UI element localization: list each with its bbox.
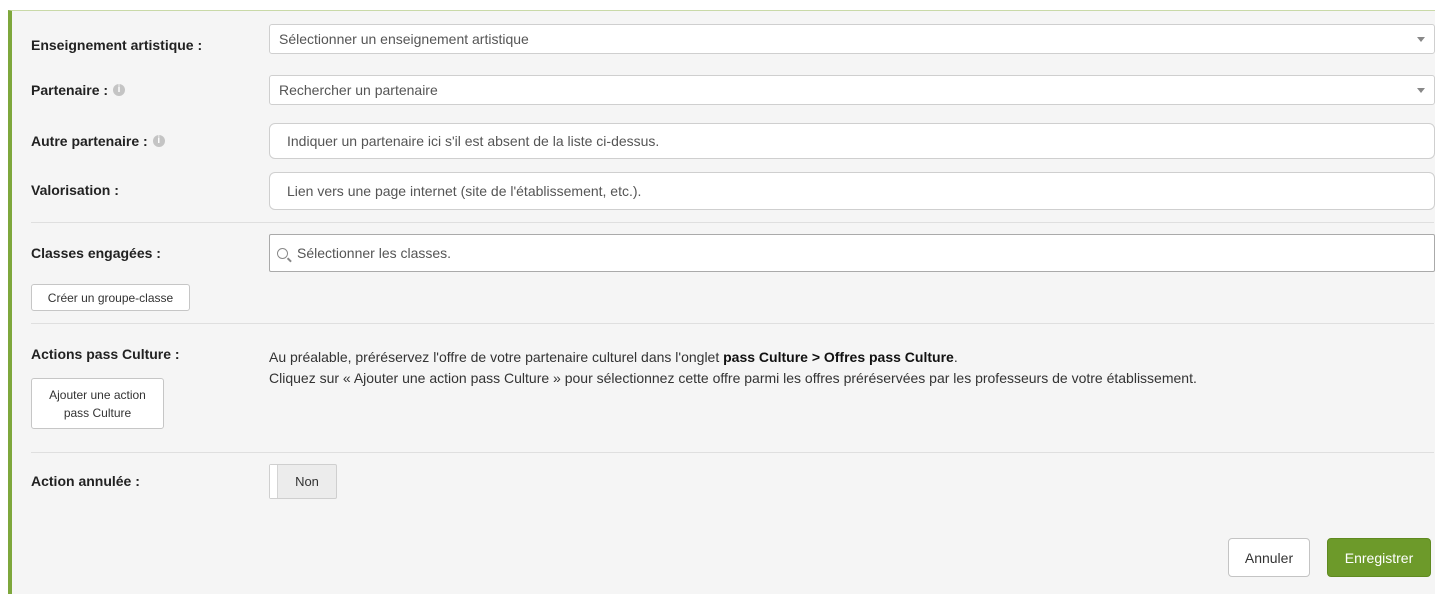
autre-partenaire-input[interactable]: Indiquer un partenaire ici s'il est abse… [269, 123, 1435, 159]
chevron-down-icon [1417, 37, 1425, 42]
info-line1-prefix: Au préalable, préréservez l'offre de vot… [269, 349, 724, 365]
info-circle-icon[interactable]: i [152, 135, 165, 147]
partenaire-select[interactable]: Rechercher un partenaire [269, 75, 1435, 105]
cropped-top-text [0, 0, 1435, 10]
section-divider [31, 222, 1434, 223]
enseignement-select-value: Sélectionner un enseignement artistique [279, 31, 529, 47]
toggle-knob[interactable] [270, 465, 278, 498]
create-group-class-button[interactable]: Créer un groupe-classe [31, 284, 190, 311]
enseignement-label: Enseignement artistique : [31, 30, 202, 60]
action-annulee-toggle[interactable]: Non [269, 464, 337, 499]
cancel-button[interactable]: Annuler [1228, 538, 1310, 577]
info-line1-bold: pass Culture > Offres pass Culture [723, 349, 954, 365]
add-pass-culture-action-button[interactable]: Ajouter une action pass Culture [31, 378, 164, 429]
search-icon [277, 247, 288, 259]
pass-culture-info: Au préalable, préréservez l'offre de vot… [269, 347, 1197, 389]
add-action-line1: Ajouter une action [49, 387, 146, 402]
section-divider [31, 452, 1434, 453]
autre-partenaire-label-text: Autre partenaire : [31, 133, 148, 149]
valorisation-label: Valorisation : [31, 172, 119, 208]
enseignement-select[interactable]: Sélectionner un enseignement artistique [269, 24, 1435, 54]
add-action-line2: pass Culture [63, 405, 132, 420]
partenaire-select-value: Rechercher un partenaire [279, 82, 438, 98]
chevron-down-icon [1417, 88, 1425, 93]
valorisation-input[interactable]: Lien vers une page internet (site de l'é… [269, 172, 1435, 210]
autre-partenaire-label: Autre partenaire : i [31, 123, 165, 159]
pass-culture-label: Actions pass Culture : [31, 344, 180, 364]
info-circle-icon[interactable]: i [113, 84, 126, 96]
partenaire-label: Partenaire : i [31, 75, 126, 105]
action-form-panel: Enseignement artistique : Sélectionner u… [8, 10, 1435, 594]
pass-culture-info-line1: Au préalable, préréservez l'offre de vot… [269, 347, 1197, 368]
classes-search-input[interactable]: Sélectionner les classes. [269, 234, 1435, 272]
info-line1-suffix: . [953, 349, 958, 365]
toggle-value: Non [295, 474, 319, 489]
pass-culture-info-line2: Cliquez sur « Ajouter une action pass Cu… [269, 370, 1197, 386]
classes-label-text: Classes engagées : [31, 245, 161, 261]
autre-partenaire-placeholder: Indiquer un partenaire ici s'il est abse… [287, 133, 660, 149]
classes-search-placeholder: Sélectionner les classes. [297, 245, 452, 261]
section-divider [31, 323, 1434, 324]
valorisation-placeholder: Lien vers une page internet (site de l'é… [287, 183, 642, 199]
action-annulee-label: Action annulée : [31, 471, 140, 491]
enseignement-label-text: Enseignement artistique : [31, 37, 203, 53]
save-button[interactable]: Enregistrer [1327, 538, 1431, 577]
partenaire-label-text: Partenaire : [31, 82, 109, 98]
pass-culture-label-text: Actions pass Culture : [31, 346, 180, 362]
action-annulee-label-text: Action annulée : [31, 473, 140, 489]
valorisation-label-text: Valorisation : [31, 182, 119, 198]
classes-label: Classes engagées : [31, 238, 161, 268]
